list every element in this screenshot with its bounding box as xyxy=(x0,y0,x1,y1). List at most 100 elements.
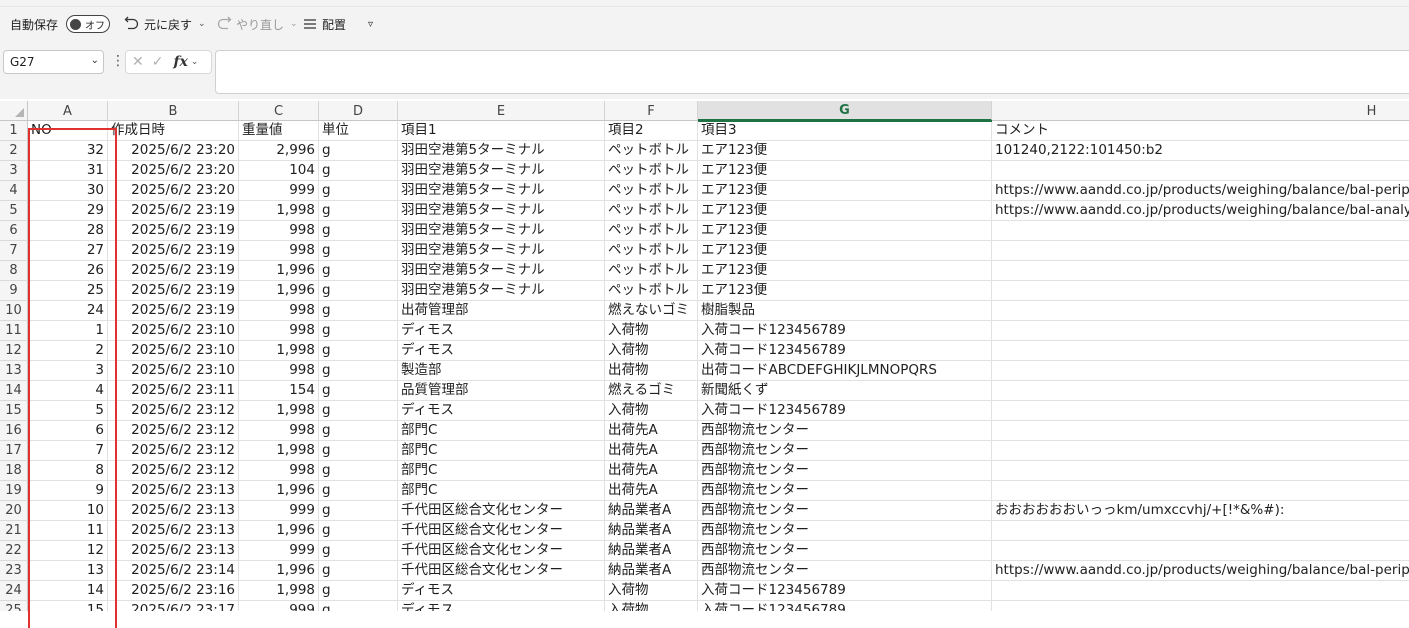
cell-d3[interactable]: g xyxy=(319,161,398,181)
cell-e7[interactable]: 羽田空港第5ターミナル xyxy=(398,241,605,261)
cell-f18[interactable]: 出荷先A xyxy=(605,461,698,481)
cell-h20[interactable]: おおおおおおいっっkm/umxccvhj/+[!*&%#): xyxy=(992,501,1409,521)
cell-h14[interactable] xyxy=(992,381,1409,401)
cell-c14[interactable]: 154 xyxy=(239,381,319,401)
cell-g22[interactable]: 西部物流センター xyxy=(698,541,992,561)
row-header[interactable]: 8 xyxy=(0,261,28,281)
cell-e18[interactable]: 部門C xyxy=(398,461,605,481)
cell-g10[interactable]: 樹脂製品 xyxy=(698,301,992,321)
cell-e24[interactable]: ディモス xyxy=(398,581,605,601)
cell-g21[interactable]: 西部物流センター xyxy=(698,521,992,541)
chevron-down-icon[interactable]: ⌄ xyxy=(191,57,199,67)
cell-d22[interactable]: g xyxy=(319,541,398,561)
cell-e5[interactable]: 羽田空港第5ターミナル xyxy=(398,201,605,221)
cell-d8[interactable]: g xyxy=(319,261,398,281)
cell-e4[interactable]: 羽田空港第5ターミナル xyxy=(398,181,605,201)
cell-c12[interactable]: 1,998 xyxy=(239,341,319,361)
cell-h11[interactable] xyxy=(992,321,1409,341)
cell-c21[interactable]: 1,996 xyxy=(239,521,319,541)
cell-a19[interactable]: 9 xyxy=(28,481,108,501)
cell-c16[interactable]: 998 xyxy=(239,421,319,441)
column-header-c[interactable]: C xyxy=(239,101,319,121)
cell-e11[interactable]: ディモス xyxy=(398,321,605,341)
chevron-down-icon[interactable]: ⌄ xyxy=(290,19,298,29)
row-header[interactable]: 23 xyxy=(0,561,28,581)
cell-d4[interactable]: g xyxy=(319,181,398,201)
cell-f10[interactable]: 燃えないゴミ xyxy=(605,301,698,321)
cell-b9[interactable]: 2025/6/2 23:19 xyxy=(108,281,239,301)
cell-e25[interactable]: ディモス xyxy=(398,601,605,611)
cell-c2[interactable]: 2,996 xyxy=(239,141,319,161)
cell-g11[interactable]: 入荷コード123456789 xyxy=(698,321,992,341)
cell-f23[interactable]: 納品業者A xyxy=(605,561,698,581)
row-header[interactable]: 4 xyxy=(0,181,28,201)
cell-g8[interactable]: エア123便 xyxy=(698,261,992,281)
row-header[interactable]: 19 xyxy=(0,481,28,501)
cell-e2[interactable]: 羽田空港第5ターミナル xyxy=(398,141,605,161)
cell-g9[interactable]: エア123便 xyxy=(698,281,992,301)
cell-c3[interactable]: 104 xyxy=(239,161,319,181)
cell-b11[interactable]: 2025/6/2 23:10 xyxy=(108,321,239,341)
cell-a23[interactable]: 13 xyxy=(28,561,108,581)
cell-e6[interactable]: 羽田空港第5ターミナル xyxy=(398,221,605,241)
cell-a22[interactable]: 12 xyxy=(28,541,108,561)
row-header[interactable]: 10 xyxy=(0,301,28,321)
row-header[interactable]: 15 xyxy=(0,401,28,421)
cell-b10[interactable]: 2025/6/2 23:19 xyxy=(108,301,239,321)
cell-b15[interactable]: 2025/6/2 23:12 xyxy=(108,401,239,421)
cell-c24[interactable]: 1,998 xyxy=(239,581,319,601)
cell-a12[interactable]: 2 xyxy=(28,341,108,361)
cell-a5[interactable]: 29 xyxy=(28,201,108,221)
cell-g24[interactable]: 入荷コード123456789 xyxy=(698,581,992,601)
cell-e20[interactable]: 千代田区総合文化センター xyxy=(398,501,605,521)
cell-a10[interactable]: 24 xyxy=(28,301,108,321)
cell-f7[interactable]: ペットボトル xyxy=(605,241,698,261)
cell-g15[interactable]: 入荷コード123456789 xyxy=(698,401,992,421)
cell-f17[interactable]: 出荷先A xyxy=(605,441,698,461)
cell-g4[interactable]: エア123便 xyxy=(698,181,992,201)
cell-a24[interactable]: 14 xyxy=(28,581,108,601)
row-header[interactable]: 7 xyxy=(0,241,28,261)
cell-b13[interactable]: 2025/6/2 23:10 xyxy=(108,361,239,381)
cell-a13[interactable]: 3 xyxy=(28,361,108,381)
cell-f13[interactable]: 出荷物 xyxy=(605,361,698,381)
row-header[interactable]: 18 xyxy=(0,461,28,481)
cell-d1[interactable]: 単位 xyxy=(319,121,398,141)
cell-g18[interactable]: 西部物流センター xyxy=(698,461,992,481)
select-all-button[interactable] xyxy=(0,101,28,121)
cell-g13[interactable]: 出荷コードABCDEFGHIKJLMNOPQRS xyxy=(698,361,992,381)
cell-h25[interactable] xyxy=(992,601,1409,611)
column-header-f[interactable]: F xyxy=(605,101,698,121)
cell-d25[interactable]: g xyxy=(319,601,398,611)
cell-d14[interactable]: g xyxy=(319,381,398,401)
cell-c4[interactable]: 999 xyxy=(239,181,319,201)
cell-b23[interactable]: 2025/6/2 23:14 xyxy=(108,561,239,581)
column-header-d[interactable]: D xyxy=(319,101,398,121)
cell-h4[interactable]: https://www.aandd.co.jp/products/weighin… xyxy=(992,181,1409,201)
cell-c11[interactable]: 998 xyxy=(239,321,319,341)
cancel-icon[interactable]: ✕ xyxy=(132,54,144,70)
cell-e8[interactable]: 羽田空港第5ターミナル xyxy=(398,261,605,281)
cell-g3[interactable]: エア123便 xyxy=(698,161,992,181)
cell-a17[interactable]: 7 xyxy=(28,441,108,461)
cell-b12[interactable]: 2025/6/2 23:10 xyxy=(108,341,239,361)
row-header[interactable]: 6 xyxy=(0,221,28,241)
cell-e1[interactable]: 項目1 xyxy=(398,121,605,141)
cell-b18[interactable]: 2025/6/2 23:12 xyxy=(108,461,239,481)
cell-d5[interactable]: g xyxy=(319,201,398,221)
cell-b16[interactable]: 2025/6/2 23:12 xyxy=(108,421,239,441)
cell-g19[interactable]: 西部物流センター xyxy=(698,481,992,501)
cell-h10[interactable] xyxy=(992,301,1409,321)
cell-d20[interactable]: g xyxy=(319,501,398,521)
cell-c19[interactable]: 1,996 xyxy=(239,481,319,501)
cell-f8[interactable]: ペットボトル xyxy=(605,261,698,281)
cell-e12[interactable]: ディモス xyxy=(398,341,605,361)
cell-h24[interactable] xyxy=(992,581,1409,601)
cell-a20[interactable]: 10 xyxy=(28,501,108,521)
cell-d7[interactable]: g xyxy=(319,241,398,261)
cell-d24[interactable]: g xyxy=(319,581,398,601)
cell-f25[interactable]: 入荷物 xyxy=(605,601,698,611)
cell-g25[interactable]: 入荷コード123456789 xyxy=(698,601,992,611)
redo-button[interactable]: やり直し ⌄ xyxy=(216,14,298,34)
cell-d16[interactable]: g xyxy=(319,421,398,441)
